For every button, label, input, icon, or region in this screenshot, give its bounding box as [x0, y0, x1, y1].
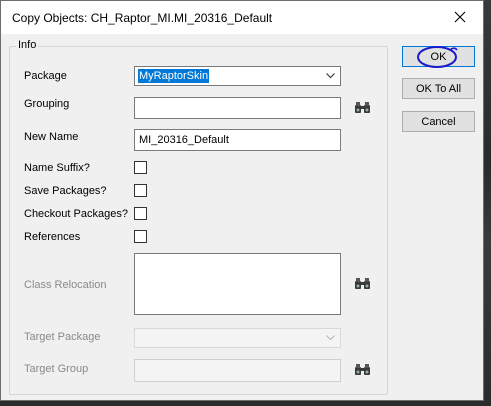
package-combobox-value: MyRaptorSkin [138, 69, 210, 83]
ok-to-all-button[interactable]: OK To All [402, 78, 475, 99]
binoculars-icon [354, 364, 370, 375]
save-packages-checkbox[interactable] [134, 184, 147, 197]
checkout-packages-checkbox[interactable] [134, 207, 147, 220]
title-bar: Copy Objects: CH_Raptor_MI.MI_20316_Defa… [1, 1, 483, 34]
grouping-field[interactable] [134, 97, 341, 119]
name-suffix-label: Name Suffix? [24, 162, 90, 174]
class-relocation-label: Class Relocation [24, 279, 107, 291]
chevron-down-icon [326, 73, 335, 79]
save-packages-label: Save Packages? [24, 185, 107, 197]
grouping-label: Grouping [24, 98, 70, 110]
binoculars-icon [354, 102, 370, 113]
target-group-label: Target Group [24, 363, 89, 375]
background-app [483, 0, 491, 406]
target-group-browse-button[interactable] [350, 359, 374, 381]
checkout-packages-label: Checkout Packages? [24, 208, 128, 220]
target-package-combobox[interactable] [134, 328, 341, 348]
close-icon [454, 11, 466, 23]
close-button[interactable] [437, 1, 483, 33]
name-suffix-checkbox[interactable] [134, 161, 147, 174]
copy-objects-dialog: Copy Objects: CH_Raptor_MI.MI_20316_Defa… [0, 0, 484, 401]
chevron-down-icon [326, 335, 335, 341]
new-name-field[interactable]: MI_20316_Default [134, 129, 341, 151]
ok-button-label: OK [430, 50, 447, 63]
class-relocation-browse-button[interactable] [350, 273, 374, 295]
cancel-button[interactable]: Cancel [402, 111, 475, 132]
grouping-browse-button[interactable] [350, 97, 374, 119]
target-package-label: Target Package [24, 331, 101, 343]
package-label: Package [24, 70, 67, 82]
new-name-label: New Name [24, 131, 79, 143]
info-groupbox-label: Info [16, 39, 39, 51]
window-title: Copy Objects: CH_Raptor_MI.MI_20316_Defa… [12, 11, 273, 25]
ok-to-all-button-label: OK To All [415, 82, 462, 95]
target-group-field[interactable] [134, 359, 341, 382]
class-relocation-field[interactable] [134, 253, 341, 315]
package-combobox[interactable]: MyRaptorSkin [134, 66, 341, 86]
references-checkbox[interactable] [134, 230, 147, 243]
new-name-field-value: MI_20316_Default [139, 134, 229, 146]
ok-button[interactable]: OK [402, 46, 475, 67]
binoculars-icon [354, 278, 370, 289]
cancel-button-label: Cancel [421, 115, 456, 128]
references-label: References [24, 231, 81, 243]
